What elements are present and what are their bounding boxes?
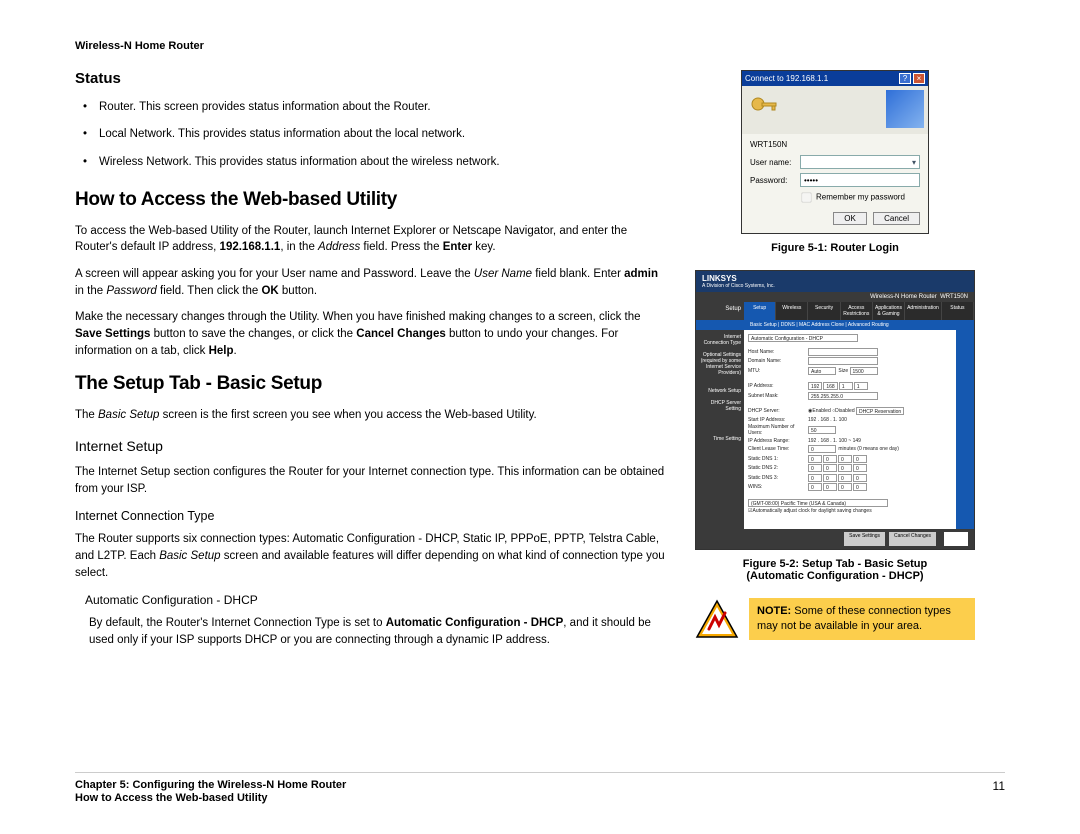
password-label: Password: bbox=[750, 176, 800, 185]
status-bullets: Router. This screen provides status info… bbox=[75, 99, 665, 171]
ok-button: OK bbox=[833, 212, 867, 225]
tab-setup: Setup bbox=[744, 302, 776, 320]
left-section-labels: Internet Connection Type Optional Settin… bbox=[696, 330, 744, 529]
fig2-caption: Figure 5-2: Setup Tab - Basic Setup(Auto… bbox=[695, 558, 975, 582]
heading-setup: The Setup Tab - Basic Setup bbox=[75, 373, 665, 395]
form-area: Automatic Configuration - DHCP Host Name… bbox=[744, 330, 956, 529]
username-field: ▾ bbox=[800, 155, 920, 169]
fig-setup-tab: LINKSYSA Division of Cisco Systems, Inc.… bbox=[695, 270, 975, 550]
save-settings-button: Save Settings bbox=[844, 532, 885, 546]
password-field: ••••• bbox=[800, 173, 920, 187]
login-graphic bbox=[886, 90, 924, 128]
note-block: NOTE: Some of these connection types may… bbox=[695, 598, 975, 640]
doc-header: Wireless-N Home Router bbox=[75, 40, 1005, 52]
subtab-row: Basic Setup | DDNS | MAC Address Clone |… bbox=[696, 320, 974, 330]
setup-p3: The Router supports six connection types… bbox=[75, 531, 665, 581]
setup-p1: The Basic Setup screen is the first scre… bbox=[75, 407, 665, 424]
tab-apps: Applications & Gaming bbox=[873, 302, 905, 320]
chevron-down-icon: ▾ bbox=[912, 158, 916, 167]
help-column bbox=[956, 330, 974, 529]
close-icon: × bbox=[913, 73, 925, 84]
heading-auto-dhcp: Automatic Configuration - DHCP bbox=[85, 593, 665, 607]
setup-p4: By default, the Router's Internet Connec… bbox=[75, 615, 665, 648]
fig-router-login: Connect to 192.168.1.1 ? × WRT150N User bbox=[741, 70, 929, 234]
keys-icon bbox=[748, 92, 780, 124]
heading-internet-setup: Internet Setup bbox=[75, 438, 665, 454]
help-icon: ? bbox=[899, 73, 911, 84]
bullet-local: Local Network. This provides status info… bbox=[89, 126, 665, 143]
tab-access: Access Restrictions bbox=[841, 302, 873, 320]
page-number: 11 bbox=[993, 779, 1005, 804]
heading-status: Status bbox=[75, 70, 665, 87]
page-footer: Chapter 5: Configuring the Wireless-N Ho… bbox=[75, 772, 1005, 804]
access-p1: To access the Web-based Utility of the R… bbox=[75, 223, 665, 256]
setup-p2: The Internet Setup section configures th… bbox=[75, 464, 665, 497]
footer-chapter: Chapter 5: Configuring the Wireless-N Ho… bbox=[75, 779, 346, 791]
heading-access: How to Access the Web-based Utility bbox=[75, 189, 665, 211]
login-titlebar: Connect to 192.168.1.1 ? × bbox=[742, 71, 928, 86]
warning-icon bbox=[695, 599, 739, 639]
cancel-changes-button: Cancel Changes bbox=[889, 532, 936, 546]
tab-security: Security bbox=[808, 302, 840, 320]
login-title: Connect to 192.168.1.1 bbox=[745, 74, 828, 83]
access-p3: Make the necessary changes through the U… bbox=[75, 309, 665, 359]
heading-conn-type: Internet Connection Type bbox=[75, 509, 665, 523]
note-box: NOTE: Some of these connection types may… bbox=[749, 598, 975, 640]
cancel-button: Cancel bbox=[873, 212, 920, 225]
remember-checkbox: Remember my password bbox=[800, 191, 920, 204]
username-label: User name: bbox=[750, 158, 800, 167]
setup-tab-label: Setup bbox=[696, 302, 744, 320]
tab-wireless: Wireless bbox=[776, 302, 808, 320]
tab-admin: Administration bbox=[905, 302, 942, 320]
side-column: Connect to 192.168.1.1 ? × WRT150N User bbox=[695, 70, 975, 659]
bullet-router: Router. This screen provides status info… bbox=[89, 99, 665, 116]
bullet-wireless: Wireless Network. This provides status i… bbox=[89, 154, 665, 171]
footer-section: How to Access the Web-based Utility bbox=[75, 792, 346, 804]
bottom-button-bar: Save Settings Cancel Changes bbox=[696, 529, 974, 549]
cisco-logo bbox=[944, 532, 968, 546]
fig1-caption: Figure 5-1: Router Login bbox=[695, 242, 975, 254]
login-device: WRT150N bbox=[750, 140, 920, 149]
brand-bar: LINKSYSA Division of Cisco Systems, Inc. bbox=[696, 271, 974, 292]
access-p2: A screen will appear asking you for your… bbox=[75, 266, 665, 299]
main-column: Status Router. This screen provides stat… bbox=[75, 70, 665, 659]
tab-status: Status bbox=[942, 302, 974, 320]
